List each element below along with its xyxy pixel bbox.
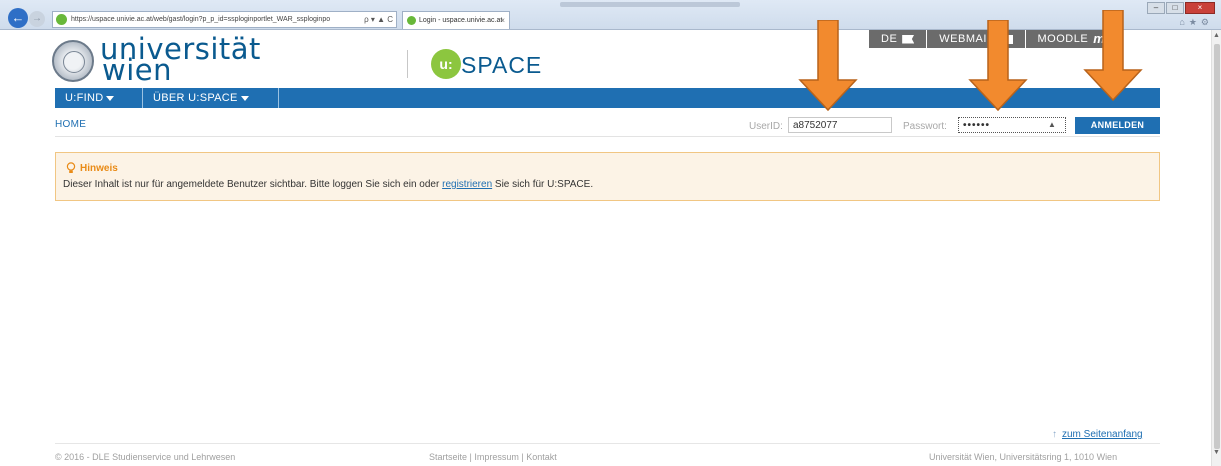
site-favicon-icon	[56, 14, 67, 25]
address-text: https://uspace.univie.ac.at/web/gast/log…	[71, 16, 331, 23]
flag-icon	[902, 34, 915, 44]
browser-tab[interactable]: Login - uspace.univie.ac.at ×	[402, 11, 510, 29]
language-switch[interactable]: DE	[869, 30, 927, 48]
header-divider	[407, 50, 408, 78]
close-window-button[interactable]: ×	[1185, 2, 1215, 14]
university-seal-icon[interactable]	[52, 40, 94, 82]
notice-box: Hinweis Dieser Inhalt ist nur für angeme…	[55, 152, 1160, 201]
footer-address: Universität Wien, Universitätsring 1, 10…	[929, 452, 1118, 462]
annotation-arrow-icon	[968, 20, 1028, 112]
annotation-arrow-icon	[798, 20, 858, 112]
back-to-top-label: zum Seitenanfang	[1062, 429, 1143, 440]
window-controls: – □ ×	[1147, 2, 1215, 14]
annotation-arrow-icon	[1083, 10, 1143, 102]
scrollbar-thumb[interactable]	[1214, 44, 1220, 449]
site-header: universität wien u: SPACE DE WEBMAIL MOO…	[0, 30, 1212, 88]
back-to-top-link[interactable]: ↑ zum Seitenanfang	[1052, 429, 1143, 440]
minimize-button[interactable]: –	[1147, 2, 1165, 14]
address-bar[interactable]: https://uspace.univie.ac.at/web/gast/log…	[52, 11, 397, 28]
footer-links[interactable]: Startseite | Impressum | Kontakt	[429, 452, 557, 462]
moodle-label: MOODLE	[1037, 33, 1089, 45]
scroll-down-icon[interactable]: ▼	[1213, 449, 1220, 456]
language-label: DE	[881, 33, 898, 45]
notice-text: Dieser Inhalt ist nur für angemeldete Be…	[63, 179, 593, 190]
browser-toolbar-icons[interactable]: ⌂★⚙	[1179, 17, 1213, 28]
notice-title: Hinweis	[66, 163, 118, 174]
password-label: Passwort:	[903, 121, 947, 132]
university-logo-text[interactable]: universität wien	[100, 35, 261, 85]
footer-copyright: © 2016 - DLE Studienservice und Lehrwese…	[55, 452, 236, 462]
notice-text-before: Dieser Inhalt ist nur für angemeldete Be…	[63, 179, 443, 190]
userid-label: UserID:	[749, 121, 783, 132]
chevron-down-icon	[106, 95, 115, 101]
breadcrumb-divider	[55, 136, 1160, 137]
arrow-up-icon: ↑	[1052, 429, 1057, 440]
browser-back-button[interactable]: ←	[8, 8, 28, 28]
login-button[interactable]: ANMELDEN	[1075, 117, 1160, 134]
chevron-down-icon	[240, 95, 249, 101]
address-controls[interactable]: ρ ▾ ▲ C	[364, 12, 393, 27]
userid-field[interactable]	[788, 117, 892, 133]
page-scrollbar[interactable]: ▲ ▼	[1211, 30, 1221, 466]
browser-forward-button[interactable]: →	[29, 11, 45, 27]
maximize-button[interactable]: □	[1166, 2, 1184, 14]
window-title-bar	[560, 2, 740, 7]
uspace-logo-text: SPACE	[461, 52, 543, 78]
breadcrumb-home[interactable]: HOME	[55, 119, 86, 130]
tab-favicon-icon	[407, 16, 416, 25]
notice-text-after: Sie sich für U:SPACE.	[492, 179, 594, 190]
uspace-logo-icon: u:	[431, 49, 461, 79]
page-root: ← → https://uspace.univie.ac.at/web/gast…	[0, 0, 1221, 466]
tab-close-icon[interactable]: ×	[500, 12, 505, 29]
nav-item-ueber-uspace[interactable]: ÜBER U:SPACE	[143, 88, 279, 108]
browser-chrome: ← → https://uspace.univie.ac.at/web/gast…	[0, 0, 1221, 30]
footer-divider	[55, 443, 1160, 444]
notice-title-text: Hinweis	[80, 163, 118, 174]
nav-item-label: U:FIND	[65, 92, 104, 104]
show-password-icon[interactable]: ▲	[1048, 120, 1056, 129]
tab-title: Login - uspace.univie.ac.at	[419, 17, 503, 24]
nav-item-label: ÜBER U:SPACE	[153, 92, 238, 104]
register-link[interactable]: registrieren	[442, 179, 492, 190]
nav-item-ufind[interactable]: U:FIND	[55, 88, 143, 108]
scroll-up-icon[interactable]: ▲	[1213, 32, 1220, 39]
